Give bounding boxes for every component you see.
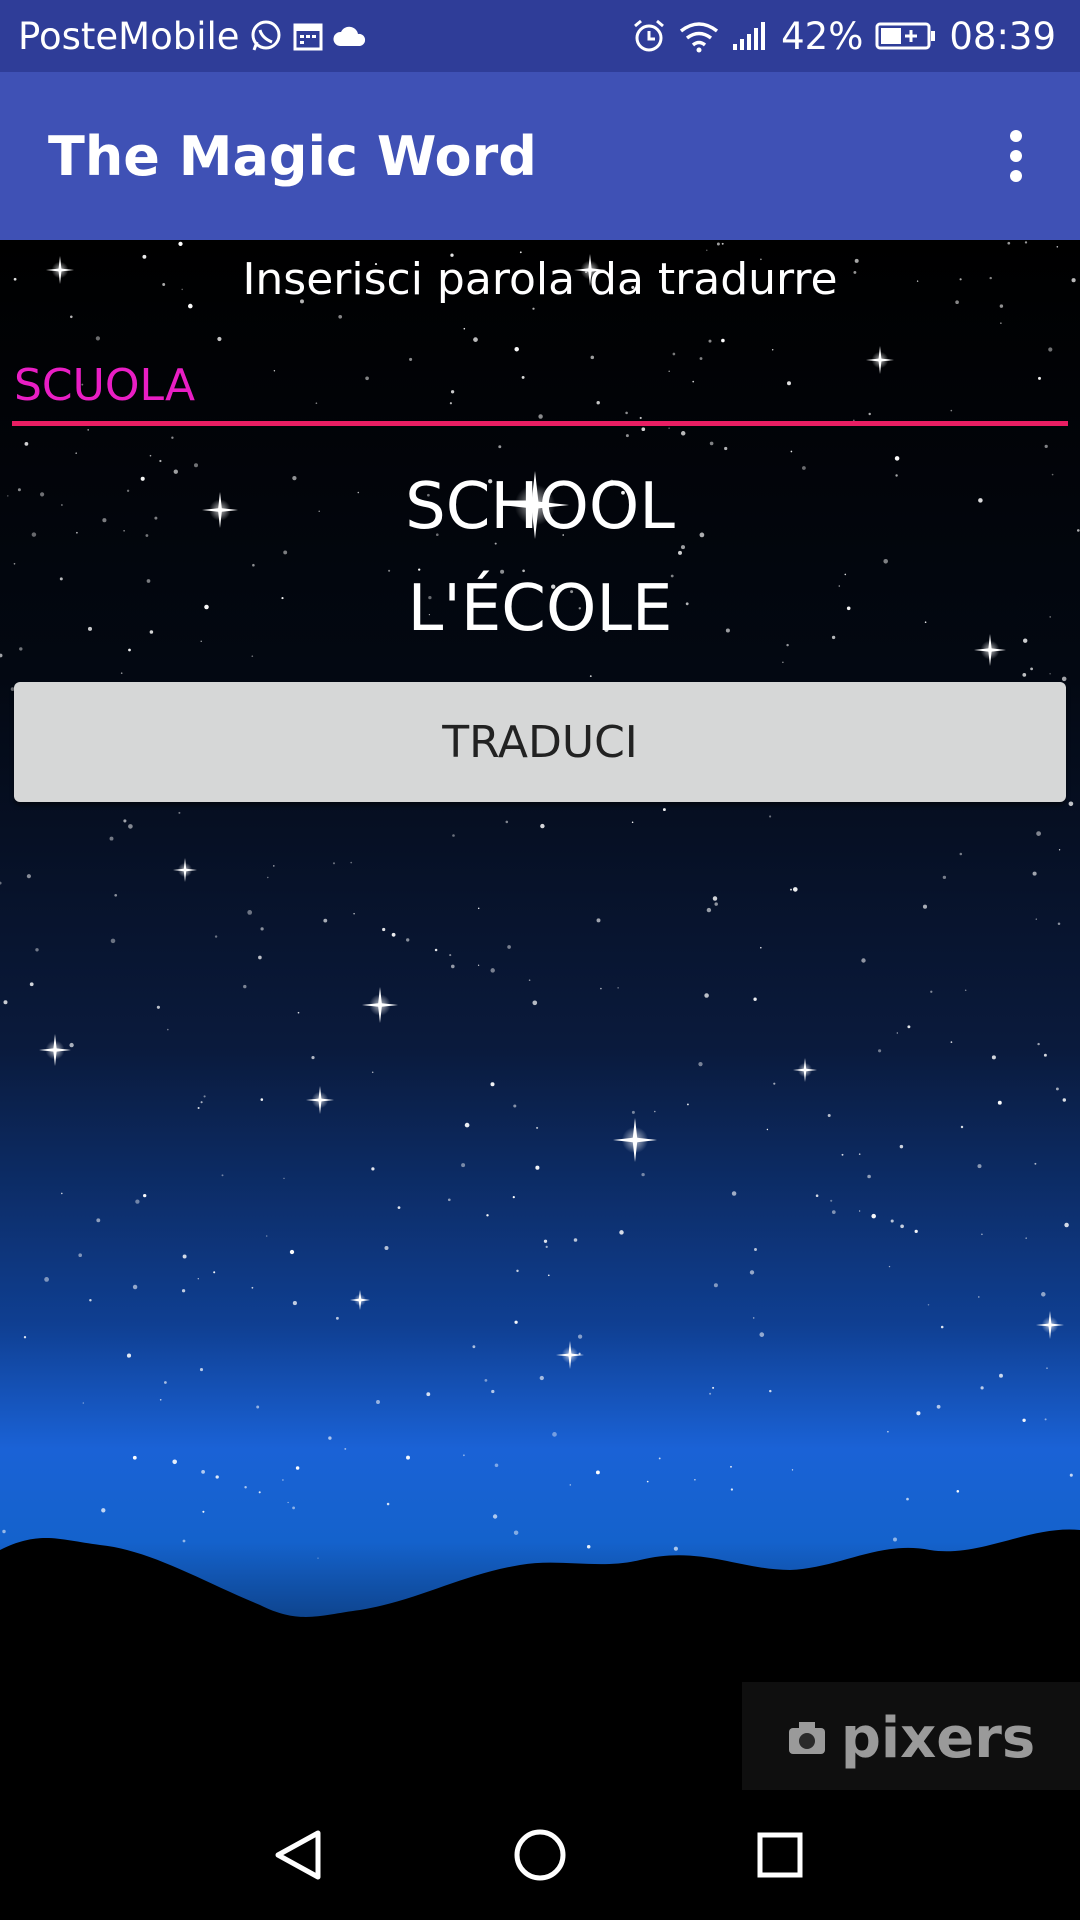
calendar-icon bbox=[292, 20, 324, 52]
battery-charging-icon bbox=[875, 21, 937, 51]
watermark-text: pixers bbox=[840, 1705, 1036, 1771]
status-bar: PosteMobile 42% 08:39 bbox=[0, 0, 1080, 72]
main-content: Inserisci parola da tradurre SCHOOL L'ÉC… bbox=[0, 240, 1080, 1790]
carrier-name: PosteMobile bbox=[18, 14, 240, 58]
app-bar: The Magic Word bbox=[0, 72, 1080, 240]
recents-button[interactable] bbox=[740, 1815, 820, 1895]
navigation-bar bbox=[0, 1790, 1080, 1920]
overflow-menu-button[interactable] bbox=[976, 114, 1056, 198]
translation-french: L'ÉCOLE bbox=[407, 572, 673, 646]
back-icon bbox=[275, 1830, 321, 1880]
whatsapp-icon bbox=[248, 18, 284, 54]
recents-icon bbox=[757, 1832, 803, 1878]
prompt-label: Inserisci parola da tradurre bbox=[242, 254, 838, 305]
camera-icon bbox=[788, 1722, 825, 1754]
home-icon bbox=[514, 1829, 566, 1881]
overflow-menu-icon bbox=[1010, 130, 1022, 182]
signal-icon bbox=[731, 20, 769, 52]
battery-percent: 42% bbox=[781, 14, 864, 58]
home-button[interactable] bbox=[500, 1815, 580, 1895]
back-button[interactable] bbox=[260, 1815, 340, 1895]
cloud-icon bbox=[332, 22, 368, 50]
status-right: 42% 08:39 bbox=[631, 0, 1056, 72]
alarm-icon bbox=[631, 18, 667, 54]
clock-time: 08:39 bbox=[949, 14, 1056, 58]
translation-english: SCHOOL bbox=[405, 470, 675, 544]
wifi-icon bbox=[679, 19, 719, 53]
word-input[interactable] bbox=[12, 350, 1068, 426]
watermark: pixers bbox=[742, 1682, 1080, 1790]
status-left: PosteMobile bbox=[18, 0, 368, 72]
app-title: The Magic Word bbox=[48, 124, 537, 188]
translate-button[interactable]: TRADUCI bbox=[14, 682, 1066, 802]
